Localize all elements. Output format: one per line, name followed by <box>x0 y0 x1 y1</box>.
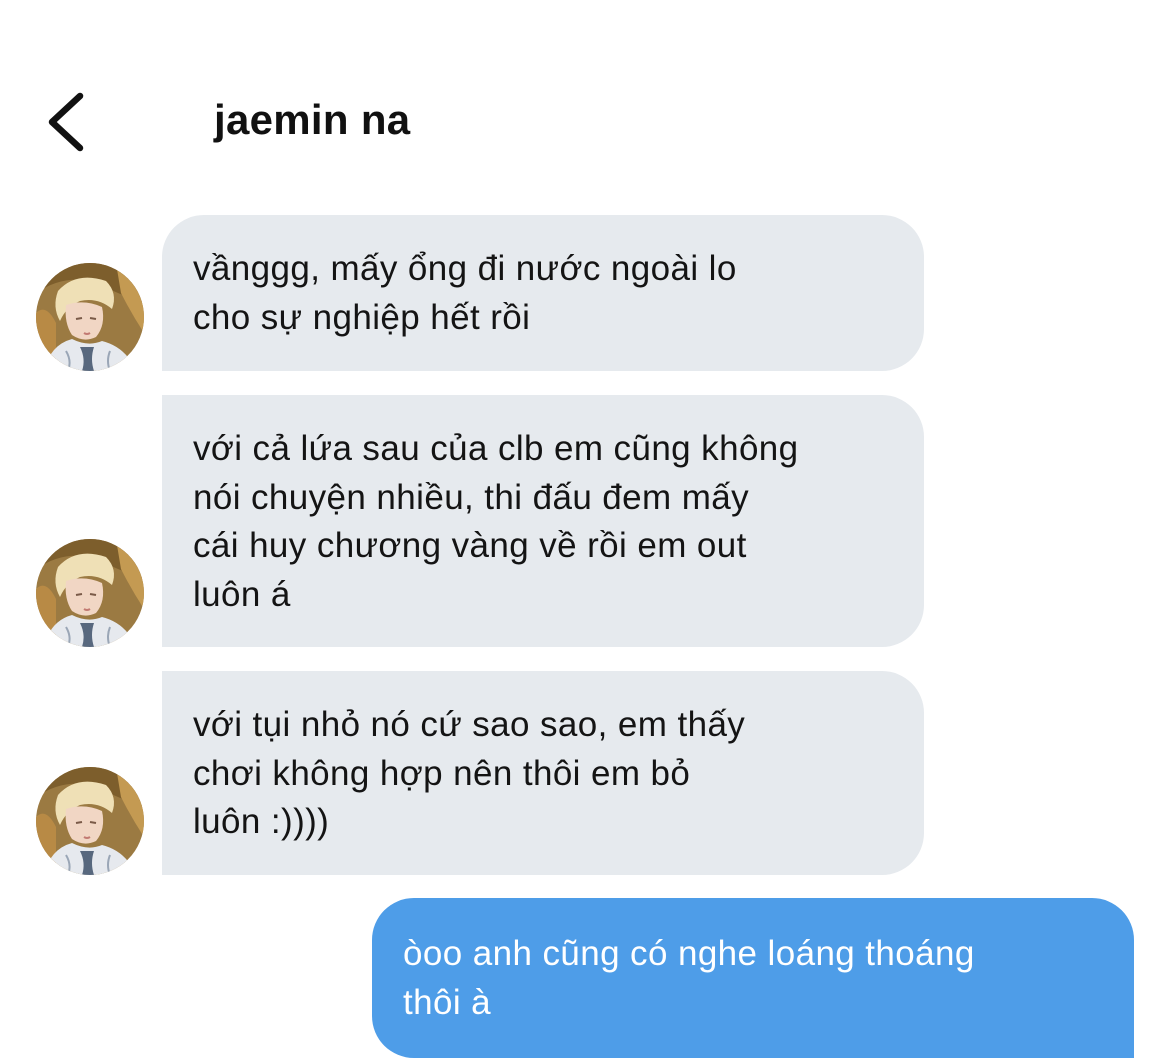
back-button[interactable] <box>38 90 98 154</box>
outgoing-message[interactable]: òoo anh cũng có nghe loáng thoáng thôi à <box>372 898 1134 1058</box>
incoming-message[interactable]: với cả lứa sau của clb em cũng không nói… <box>162 395 924 647</box>
profile-photo <box>36 539 144 647</box>
profile-photo <box>36 767 144 875</box>
avatar[interactable] <box>36 263 144 371</box>
incoming-message[interactable]: vầnggg, mấy ổng đi nước ngoài lo cho sự … <box>162 215 924 371</box>
chevron-left-icon[interactable] <box>38 90 98 154</box>
chat-header: jaemin na <box>0 70 1169 180</box>
avatar[interactable] <box>36 767 144 875</box>
avatar[interactable] <box>36 539 144 647</box>
profile-photo <box>36 263 144 371</box>
contact-name[interactable]: jaemin na <box>214 96 410 144</box>
incoming-message[interactable]: với tụi nhỏ nó cứ sao sao, em thấy chơi … <box>162 671 924 875</box>
